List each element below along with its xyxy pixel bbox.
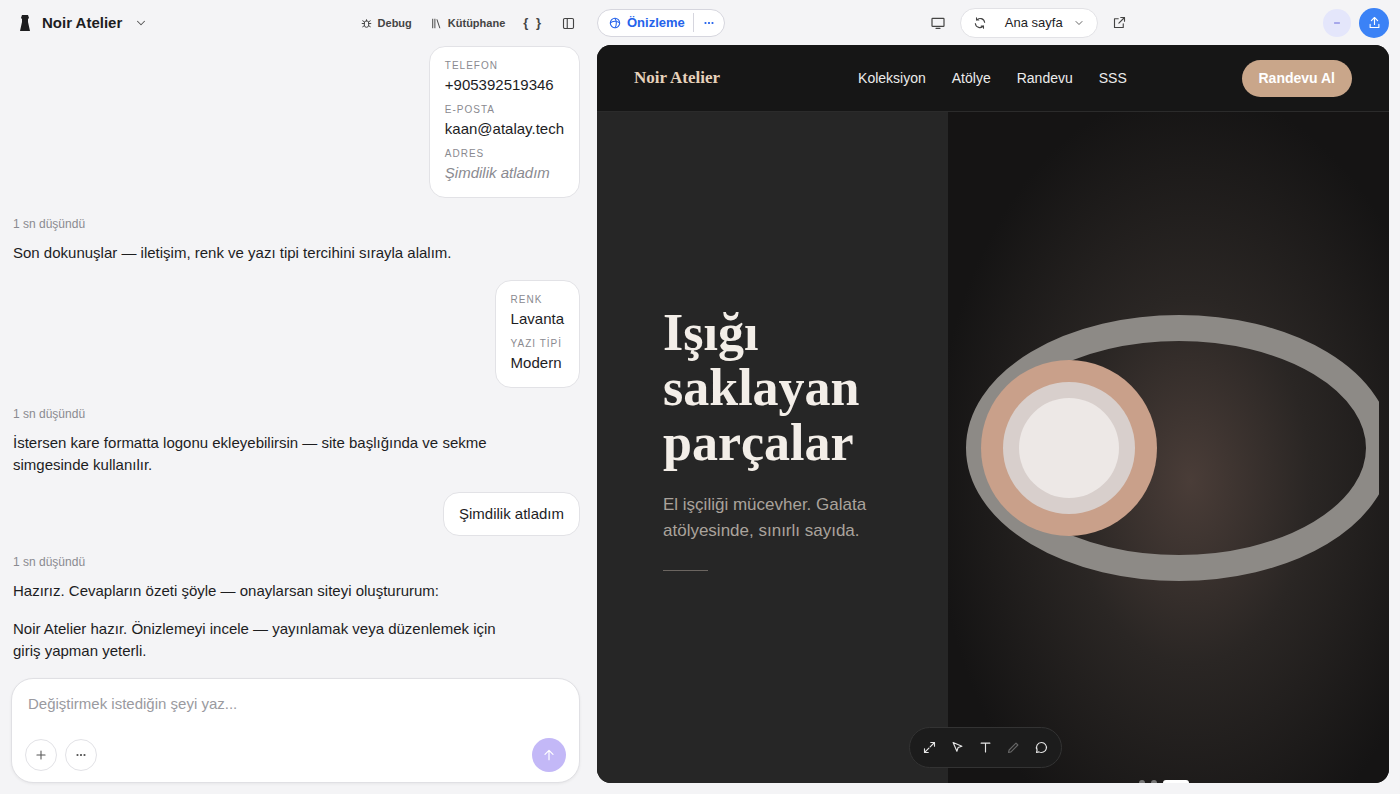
tool-label: Kütüphane <box>448 15 505 32</box>
preview-panel: Önizleme Ana sayfa Noir Atelier Koleksiyon A… <box>590 0 1400 794</box>
field-label: RENK <box>511 293 564 307</box>
hero-title-line: Işığı <box>663 305 928 360</box>
thinking-label: 1 sn düşündü <box>13 216 580 232</box>
more-icon[interactable] <box>702 16 716 30</box>
site-nav: Noir Atelier Koleksiyon Atölye Randevu SSS Ra… <box>597 45 1389 112</box>
field-value: Modern <box>511 351 564 375</box>
hero-title-line: parçalar <box>663 415 928 470</box>
preview-tab-pill: Önizleme <box>597 9 725 37</box>
preview-tab-label: Önizleme <box>627 13 685 33</box>
site-preview: Noir Atelier Koleksiyon Atölye Randevu SSS Ra… <box>597 45 1389 783</box>
chat-panel: Noir Atelier Debug Kütüphane { } TELEFON+905… <box>0 0 590 794</box>
answer-field: YAZI TİPİModern <box>511 337 564 375</box>
thinking-label: 1 sn düşündü <box>13 554 580 570</box>
field-value: Şimdilik atladım <box>445 161 564 185</box>
site-logo[interactable]: Noir Atelier <box>634 65 720 91</box>
window-actions <box>1323 8 1389 38</box>
answer-field: E-POSTAkaan@atalay.tech <box>445 103 564 141</box>
field-value: kaan@atalay.tech <box>445 117 564 141</box>
project-name: Noir Atelier <box>42 12 122 35</box>
pointer-icon[interactable] <box>950 740 965 755</box>
tool-label: Debug <box>378 15 412 32</box>
assistant-message: Hazırız. Cevapların özeti şöyle — onayla… <box>13 580 513 602</box>
field-value: +905392519346 <box>445 73 564 97</box>
answer-field: TELEFON+905392519346 <box>445 59 564 97</box>
composer <box>11 678 580 783</box>
page-label: Ana sayfa <box>1005 13 1063 33</box>
slide-dot[interactable] <box>1151 780 1157 783</box>
minus-icon[interactable] <box>1323 9 1351 37</box>
field-value: Lavanta <box>511 307 564 331</box>
preview-bar: Önizleme Ana sayfa <box>597 0 1389 45</box>
chevron-down-icon <box>1073 17 1085 29</box>
divider-line <box>663 570 708 571</box>
publish-icon[interactable] <box>1359 8 1389 38</box>
refresh-icon <box>973 16 987 30</box>
field-label: E-POSTA <box>445 103 564 117</box>
message-input[interactable] <box>25 693 566 716</box>
edit-toolbar <box>909 727 1062 768</box>
assistant-message: İstersen kare formatta logonu ekleyebili… <box>13 432 513 476</box>
nav-link[interactable]: Koleksiyon <box>858 68 926 89</box>
project-switcher[interactable]: Noir Atelier <box>16 12 148 35</box>
hero-title: Işığısaklayanparçalar <box>663 305 928 470</box>
tool-button[interactable]: Kütüphane <box>430 15 505 32</box>
assistant-message: Son dokunuşlar — iletişim, renk ve yazı … <box>13 242 513 264</box>
page-controls: Ana sayfa <box>930 8 1127 38</box>
page-selector[interactable]: Ana sayfa <box>960 8 1098 38</box>
hero: Işığısaklayanparçalar El işçiliği mücevhe… <box>597 112 1389 783</box>
plus-icon[interactable] <box>25 739 57 771</box>
field-label: ADRES <box>445 147 564 161</box>
site-nav-links: Koleksiyon Atölye Randevu SSS <box>858 68 1127 89</box>
logo-icon <box>16 14 34 32</box>
thinking-label: 1 sn düşündü <box>13 406 580 422</box>
user-message: Şimdilik atladım <box>443 492 580 536</box>
send-arrow-icon[interactable] <box>532 738 566 772</box>
tool-label: { } <box>523 13 543 33</box>
cta-button[interactable]: Randevu Al <box>1242 60 1353 97</box>
field-label: YAZI TİPİ <box>511 337 564 351</box>
top-bar: Noir Atelier Debug Kütüphane { } <box>0 0 580 46</box>
text-icon[interactable] <box>978 740 993 755</box>
pencil-icon[interactable] <box>1006 740 1021 755</box>
nav-link[interactable]: Randevu <box>1017 68 1073 89</box>
user-answer-card: TELEFON+905392519346 E-POSTAkaan@atalay.t… <box>429 46 580 198</box>
desktop-icon[interactable] <box>930 15 946 31</box>
preview-tab[interactable]: Önizleme <box>608 13 694 33</box>
field-label: TELEFON <box>445 59 564 73</box>
more-icon[interactable] <box>65 739 97 771</box>
comment-icon[interactable] <box>1034 740 1049 755</box>
answer-field: RENKLavanta <box>511 293 564 331</box>
chevron-down-icon <box>134 16 148 30</box>
external-link-icon[interactable] <box>1112 15 1127 30</box>
slide-dots <box>1139 780 1189 783</box>
hero-photo <box>948 112 1389 783</box>
composer-actions <box>25 738 566 772</box>
chat-messages: TELEFON+905392519346 E-POSTAkaan@atalay.t… <box>0 46 580 678</box>
eye-icon <box>608 16 622 30</box>
assistant-message: Noir Atelier hazır. Önizlemeyi incele — … <box>13 618 513 662</box>
answer-field: ADRESŞimdilik atladım <box>445 147 564 185</box>
slide-dot[interactable] <box>1139 780 1145 783</box>
hero-text: Işığısaklayanparçalar El işçiliği mücevhe… <box>597 112 948 783</box>
slide-dot[interactable] <box>1163 780 1189 783</box>
user-answer-card: RENKLavanta YAZI TİPİModern <box>495 280 580 388</box>
hero-subtitle: El işçiliği mücevher. Galata atölyesinde… <box>663 492 928 544</box>
bug-icon <box>360 17 373 30</box>
tool-button[interactable]: { } <box>523 13 543 33</box>
ring-photo-icon <box>959 278 1379 618</box>
tool-button[interactable]: Debug <box>360 15 412 32</box>
hero-title-line: saklayan <box>663 360 928 415</box>
expand-icon[interactable] <box>922 740 937 755</box>
composer-wrap <box>0 678 580 794</box>
nav-link[interactable]: Atölye <box>952 68 991 89</box>
library-icon <box>430 17 443 30</box>
toolbar: Debug Kütüphane { } <box>360 13 576 33</box>
nav-link[interactable]: SSS <box>1099 68 1127 89</box>
sidebar-toggle-icon[interactable] <box>561 16 576 31</box>
